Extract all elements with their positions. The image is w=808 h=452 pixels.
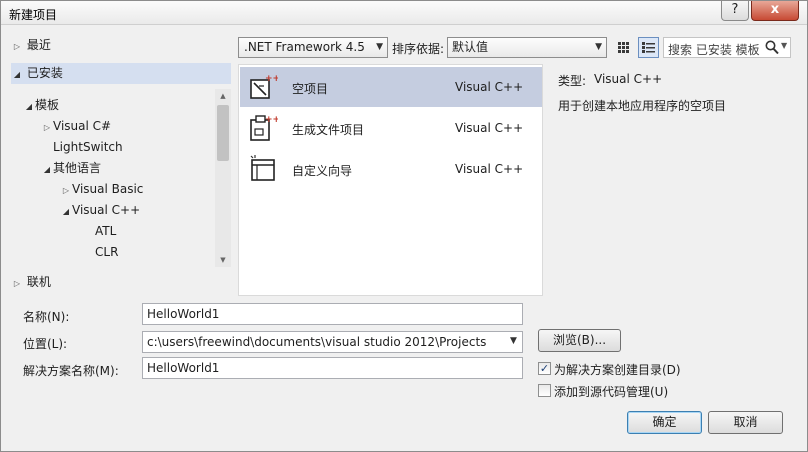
search-options-dropdown-icon[interactable]: ▼ <box>781 41 787 50</box>
new-project-dialog: 新建项目 ? x ▷ 最近 ◢ 已安装 ▷ 联机 ◢ 模板 ▷ Visual C# … <box>0 0 808 452</box>
chevron-down-icon: ▼ <box>376 42 383 52</box>
template-list: ++ 空项目 Visual C++ ++ 生成文件项目 Visual C++ 自… <box>238 64 543 296</box>
tree-item-label: ATL <box>95 224 117 238</box>
browse-button[interactable]: 浏览(B)... <box>538 329 621 352</box>
framework-value: .NET Framework 4.5 <box>244 40 365 54</box>
tree-item-label: Visual Basic <box>72 182 144 196</box>
tree-item-label: Visual C++ <box>72 203 141 217</box>
tree-item-label: CLR <box>95 245 119 259</box>
sort-value: 默认值 <box>452 40 489 54</box>
collapse-arrow-icon[interactable]: ◢ <box>60 201 72 222</box>
tree-item-visual-cpp[interactable]: ◢ Visual C++ <box>60 200 140 221</box>
cancel-button[interactable]: 取消 <box>708 411 783 434</box>
solution-name-label: 解决方案名称(M): <box>23 364 119 378</box>
medium-icons-view-button[interactable] <box>638 37 659 58</box>
template-language: Visual C++ <box>455 121 524 135</box>
search-box[interactable]: 搜索 已安装 模板 ▼ <box>663 37 791 58</box>
list-view-icon <box>642 42 655 53</box>
search-icon[interactable] <box>764 39 780 56</box>
template-item-custom-wizard[interactable]: 自定义向导 Visual C++ <box>240 149 542 189</box>
template-name: 生成文件项目 <box>292 123 365 137</box>
tree-scrollbar[interactable]: ▲ ▼ <box>215 89 231 267</box>
tree-item-lightswitch[interactable]: LightSwitch <box>53 137 123 158</box>
expand-arrow-icon[interactable]: ▷ <box>11 273 23 294</box>
tree-item-label: LightSwitch <box>53 140 123 154</box>
title-bar: 新建项目 ? x <box>1 1 807 25</box>
template-item-makefile-project[interactable]: ++ 生成文件项目 Visual C++ <box>240 108 542 148</box>
nav-recent-label: 最近 <box>26 38 51 52</box>
collapse-arrow-icon[interactable]: ◢ <box>41 159 53 180</box>
grid-view-icon <box>618 42 629 53</box>
expand-arrow-icon[interactable]: ▷ <box>11 36 23 57</box>
solution-name-field[interactable]: HelloWorld1 <box>142 357 523 379</box>
source-control-label: 添加到源代码管理(U) <box>554 385 669 399</box>
tree-item-label: 其他语言 <box>53 161 102 175</box>
makefile-project-icon: ++ <box>250 115 278 141</box>
collapse-arrow-icon[interactable]: ◢ <box>11 64 23 85</box>
nav-installed[interactable]: ◢ 已安装 <box>11 63 231 84</box>
tree-item-templates[interactable]: ◢ 模板 <box>23 95 59 116</box>
create-directory-checkbox[interactable]: ✓ <box>538 362 551 375</box>
scrollbar-thumb[interactable] <box>217 105 229 161</box>
name-field[interactable]: HelloWorld1 <box>142 303 523 325</box>
location-label: 位置(L): <box>23 337 68 351</box>
sort-label: 排序依据: <box>392 42 445 56</box>
template-item-empty-project[interactable]: ++ 空项目 Visual C++ <box>240 67 542 107</box>
source-control-checkbox[interactable] <box>538 384 551 397</box>
template-name: 空项目 <box>292 82 329 96</box>
help-button[interactable]: ? <box>721 1 749 21</box>
empty-project-icon: ++ <box>250 74 278 99</box>
template-name: 自定义向导 <box>292 164 353 178</box>
tree-item-other-languages[interactable]: ◢ 其他语言 <box>41 158 101 179</box>
template-language: Visual C++ <box>455 80 524 94</box>
template-description: 用于创建本地应用程序的空项目 <box>558 99 727 113</box>
create-directory-label: 为解决方案创建目录(D) <box>554 363 681 377</box>
custom-wizard-icon <box>250 155 275 181</box>
location-field[interactable]: c:\users\freewind\documents\visual studi… <box>142 331 523 353</box>
template-tree: ◢ 模板 ▷ Visual C# LightSwitch ◢ 其他语言 ▷ Visual… <box>11 93 231 265</box>
nav-recent[interactable]: ▷ 最近 <box>11 35 231 56</box>
ok-button[interactable]: 确定 <box>627 411 702 434</box>
svg-text:++: ++ <box>265 74 278 84</box>
framework-dropdown[interactable]: .NET Framework 4.5 ▼ <box>238 37 388 58</box>
scroll-up-arrow-icon[interactable]: ▲ <box>215 89 231 103</box>
tree-item-label: Visual C# <box>53 119 112 133</box>
type-value: Visual C++ <box>594 72 663 86</box>
tree-item-visual-basic[interactable]: ▷ Visual Basic <box>60 179 144 201</box>
tree-item-atl[interactable]: ATL <box>95 221 116 242</box>
location-value: c:\users\freewind\documents\visual studi… <box>147 335 487 349</box>
nav-online[interactable]: ▷ 联机 <box>11 272 231 293</box>
tree-item-visual-csharp[interactable]: ▷ Visual C# <box>41 116 111 137</box>
tree-item-label: 模板 <box>35 98 60 112</box>
expand-arrow-icon[interactable]: ▷ <box>60 180 72 201</box>
name-label: 名称(N): <box>23 310 70 324</box>
chevron-down-icon[interactable]: ▼ <box>510 336 517 346</box>
sort-dropdown[interactable]: 默认值 ▼ <box>447 37 607 58</box>
template-language: Visual C++ <box>455 162 524 176</box>
expand-arrow-icon[interactable]: ▷ <box>41 117 53 138</box>
scroll-down-arrow-icon[interactable]: ▼ <box>215 253 231 267</box>
tree-item-clr[interactable]: CLR <box>95 242 118 263</box>
search-input[interactable]: 搜索 已安装 模板 <box>668 41 762 58</box>
window-title: 新建项目 <box>9 8 58 22</box>
close-button[interactable]: x <box>751 1 799 21</box>
nav-installed-label: 已安装 <box>26 66 63 80</box>
chevron-down-icon: ▼ <box>595 42 602 52</box>
svg-text:++: ++ <box>265 115 278 125</box>
nav-online-label: 联机 <box>26 275 51 289</box>
template-details: 类型: Visual C++ 用于创建本地应用程序的空项目 <box>546 64 801 296</box>
type-label: 类型: <box>558 74 587 88</box>
collapse-arrow-icon[interactable]: ◢ <box>23 96 35 117</box>
small-icons-view-button[interactable] <box>613 37 634 58</box>
